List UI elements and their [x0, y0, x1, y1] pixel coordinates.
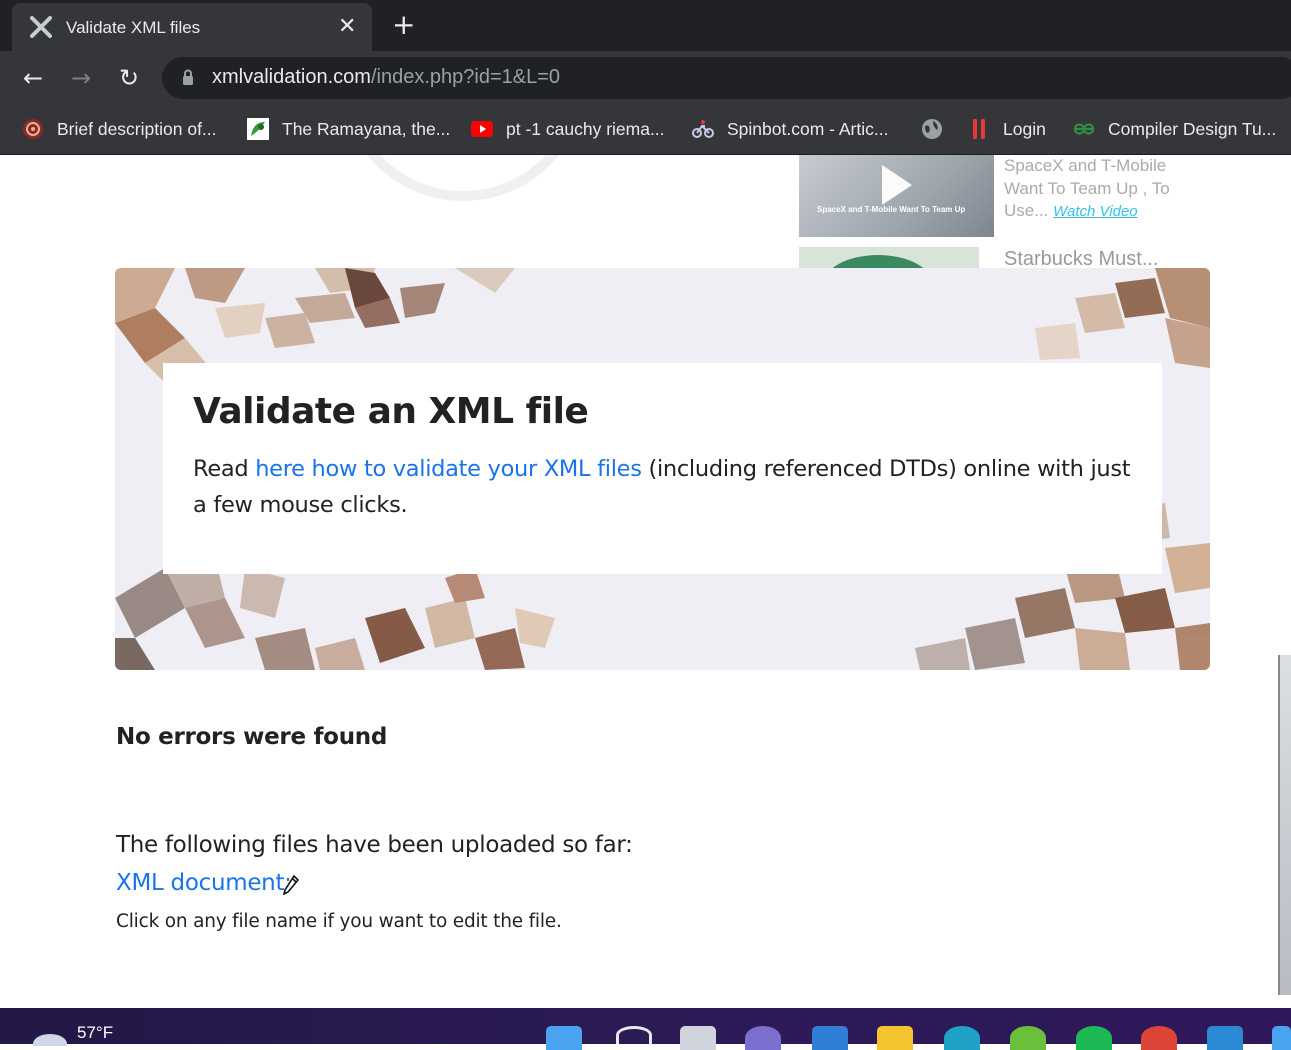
- bookmark-globe[interactable]: [921, 116, 956, 142]
- bookmark-ramayana[interactable]: The Ramayana, the...: [247, 116, 450, 142]
- bookmark-label: Spinbot.com - Artic...: [727, 118, 889, 139]
- reload-button[interactable]: ↻: [114, 63, 144, 93]
- temperature[interactable]: 57°F: [77, 1023, 113, 1043]
- page-title: Validate an XML file: [193, 391, 589, 432]
- uploaded-files-label: The following files have been uploaded s…: [116, 832, 633, 858]
- url-path: /index.php?id=1&L=0: [370, 66, 561, 88]
- watch-video-link[interactable]: Watch Video: [1053, 203, 1138, 220]
- hero-card: Validate an XML file Read here how to va…: [163, 363, 1162, 574]
- browser-toolbar: ← → ↻ xmlvalidation.com/index.php?id=1&L…: [0, 51, 1291, 105]
- browser-tab-active[interactable]: Validate XML files ✕: [12, 3, 372, 51]
- vscode-icon[interactable]: [1207, 1026, 1243, 1050]
- validation-status: No errors were found: [116, 724, 387, 750]
- bookmark-label: Login: [1003, 118, 1046, 139]
- address-bar[interactable]: xmlvalidation.com/index.php?id=1&L=0: [162, 57, 1291, 99]
- youtube-icon: [471, 121, 493, 137]
- chrome-icon[interactable]: [1141, 1026, 1177, 1050]
- play-icon: [882, 165, 912, 205]
- mail-icon[interactable]: [812, 1026, 848, 1050]
- hero-description: Read here how to validate your XML files…: [193, 451, 1133, 523]
- bookmark-spinbot[interactable]: Spinbot.com - Artic...: [692, 116, 888, 142]
- url-domain: xmlvalidation.com: [212, 66, 371, 88]
- back-button[interactable]: ←: [18, 63, 48, 93]
- pause-bars-icon: [973, 119, 985, 139]
- side-popup-edge: [1278, 655, 1291, 995]
- tab-bar: Validate XML files ✕ +: [0, 0, 1291, 51]
- ramayana-icon: [247, 118, 269, 140]
- desc-prefix: Read: [193, 456, 256, 482]
- search-icon[interactable]: [616, 1026, 652, 1044]
- windows-taskbar: 57°F: [0, 1008, 1291, 1050]
- tab-title: Validate XML files: [66, 18, 201, 37]
- bookmark-label: The Ramayana, the...: [282, 118, 451, 139]
- edge-icon[interactable]: [944, 1026, 980, 1050]
- hero-banner: Validate an XML file Read here how to va…: [115, 268, 1210, 670]
- task-view-icon[interactable]: [680, 1026, 716, 1050]
- page-content: SpaceX and T-Mobile Want To Team Up Spac…: [0, 155, 1291, 1008]
- mandala-icon: [23, 119, 43, 139]
- new-tab-button[interactable]: +: [392, 10, 415, 40]
- cloud-weather-icon[interactable]: [30, 1026, 70, 1046]
- bookmarks-bar: Brief description of... The Ramayana, th…: [0, 105, 1291, 155]
- spotify-icon[interactable]: [1076, 1026, 1112, 1050]
- url-text: xmlvalidation.com/index.php?id=1&L=0: [212, 66, 560, 89]
- bookmark-label: pt -1 cauchy riema...: [506, 118, 665, 139]
- forward-button[interactable]: →: [66, 63, 96, 93]
- pencil-icon[interactable]: [283, 875, 299, 895]
- utorrent-icon[interactable]: [1010, 1026, 1046, 1050]
- ad-video-thumbnail[interactable]: SpaceX and T-Mobile Want To Team Up: [799, 155, 994, 237]
- bookmark-login[interactable]: Login: [968, 116, 1046, 142]
- bookmark-brief-description[interactable]: Brief description of...: [22, 116, 217, 142]
- bookmark-label: Brief description of...: [57, 118, 217, 139]
- ad-video-text[interactable]: SpaceX and T-Mobile Want To Team Up , To…: [1004, 155, 1194, 224]
- bookmark-compiler-design[interactable]: Compiler Design Tu...: [1073, 116, 1276, 142]
- xml-logo-icon: [30, 16, 52, 38]
- start-icon[interactable]: [546, 1026, 582, 1050]
- lock-icon: [183, 69, 193, 85]
- bookmark-cauchy-riemann[interactable]: pt -1 cauchy riema...: [471, 116, 665, 142]
- edit-instructions: Click on any file name if you want to ed…: [116, 911, 562, 932]
- teams-icon[interactable]: [745, 1026, 781, 1050]
- file-explorer-icon[interactable]: [877, 1026, 913, 1050]
- bike-icon: [692, 120, 714, 138]
- decorative-circle: [340, 155, 586, 201]
- how-to-validate-link[interactable]: here how to validate your XML files: [255, 456, 642, 482]
- bookmark-label: Compiler Design Tu...: [1108, 118, 1277, 139]
- globe-icon: [922, 119, 942, 139]
- geeks-icon: [1073, 123, 1095, 135]
- ad-video-caption: SpaceX and T-Mobile Want To Team Up: [817, 205, 966, 214]
- xml-document-link[interactable]: XML document:: [116, 870, 292, 896]
- app-icon[interactable]: [1272, 1026, 1291, 1050]
- close-tab-icon[interactable]: ✕: [338, 14, 356, 40]
